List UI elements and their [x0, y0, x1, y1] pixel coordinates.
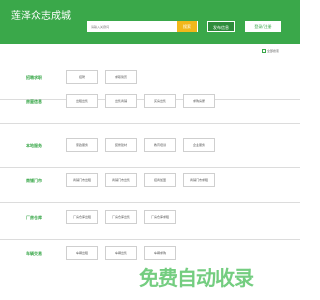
- section-title[interactable]: 车辆交易: [26, 251, 42, 257]
- section-title[interactable]: 厂房仓库: [26, 215, 42, 221]
- section-tags: 厂房仓库出租 厂房仓库出售 厂房仓库求租: [66, 210, 176, 224]
- search-box: 搜索: [87, 21, 198, 32]
- category-tag[interactable]: 家政服务: [66, 138, 98, 152]
- category-tag[interactable]: 车辆出租: [66, 246, 98, 260]
- home-icon: [262, 49, 266, 53]
- section-housing: 房屋信息 出租出售 出售商铺 买房出售 求购房屋: [0, 80, 300, 124]
- site-header: 莲泽众志成城 搜索 发布信息 登录/注册: [0, 0, 300, 44]
- watermark: 免费自动收录: [139, 266, 254, 290]
- category-tag[interactable]: 招商加盟: [144, 173, 176, 187]
- category-tag[interactable]: 厂房仓库求租: [144, 210, 176, 224]
- category-tag[interactable]: 厂房仓库出售: [105, 210, 137, 224]
- category-tag[interactable]: 商铺门市出售: [105, 173, 137, 187]
- category-tag[interactable]: 车辆出售: [105, 246, 137, 260]
- search-input[interactable]: [88, 22, 178, 31]
- category-tag[interactable]: 商铺门市求租: [183, 173, 215, 187]
- category-tag[interactable]: 企业服务: [183, 138, 215, 152]
- breadcrumb[interactable]: 全部搜索: [262, 49, 279, 53]
- section-tags: 商铺门市出租 商铺门市出售 招商加盟 商铺门市求租: [66, 173, 215, 187]
- breadcrumb-label: 全部搜索: [267, 49, 280, 53]
- category-tag[interactable]: 买房出售: [144, 94, 176, 108]
- category-tag[interactable]: 出售商铺: [105, 94, 137, 108]
- section-title[interactable]: 本地服务: [26, 143, 42, 149]
- post-info-button[interactable]: 发布信息: [207, 21, 235, 32]
- category-tag[interactable]: 装修建材: [105, 138, 137, 152]
- section-tags: 车辆出租 车辆出售 车辆求购: [66, 246, 176, 260]
- category-tag[interactable]: 出租出售: [66, 94, 98, 108]
- search-button[interactable]: 搜索: [177, 21, 197, 32]
- category-tag[interactable]: 厂房仓库出租: [66, 210, 98, 224]
- section-tags: 家政服务 装修建材 教育培训 企业服务: [66, 138, 215, 152]
- site-title[interactable]: 莲泽众志成城: [11, 11, 71, 23]
- category-tag[interactable]: 商铺门市出租: [66, 173, 98, 187]
- section-tags: 出租出售 出售商铺 买房出售 求购房屋: [66, 94, 215, 108]
- category-tag[interactable]: 求购房屋: [183, 94, 215, 108]
- category-tag[interactable]: 教育培训: [144, 138, 176, 152]
- login-register-button[interactable]: 登录/注册: [245, 21, 281, 32]
- section-title[interactable]: 房屋信息: [26, 99, 42, 105]
- section-title[interactable]: 商铺门市: [26, 178, 42, 184]
- category-tag[interactable]: 车辆求购: [144, 246, 176, 260]
